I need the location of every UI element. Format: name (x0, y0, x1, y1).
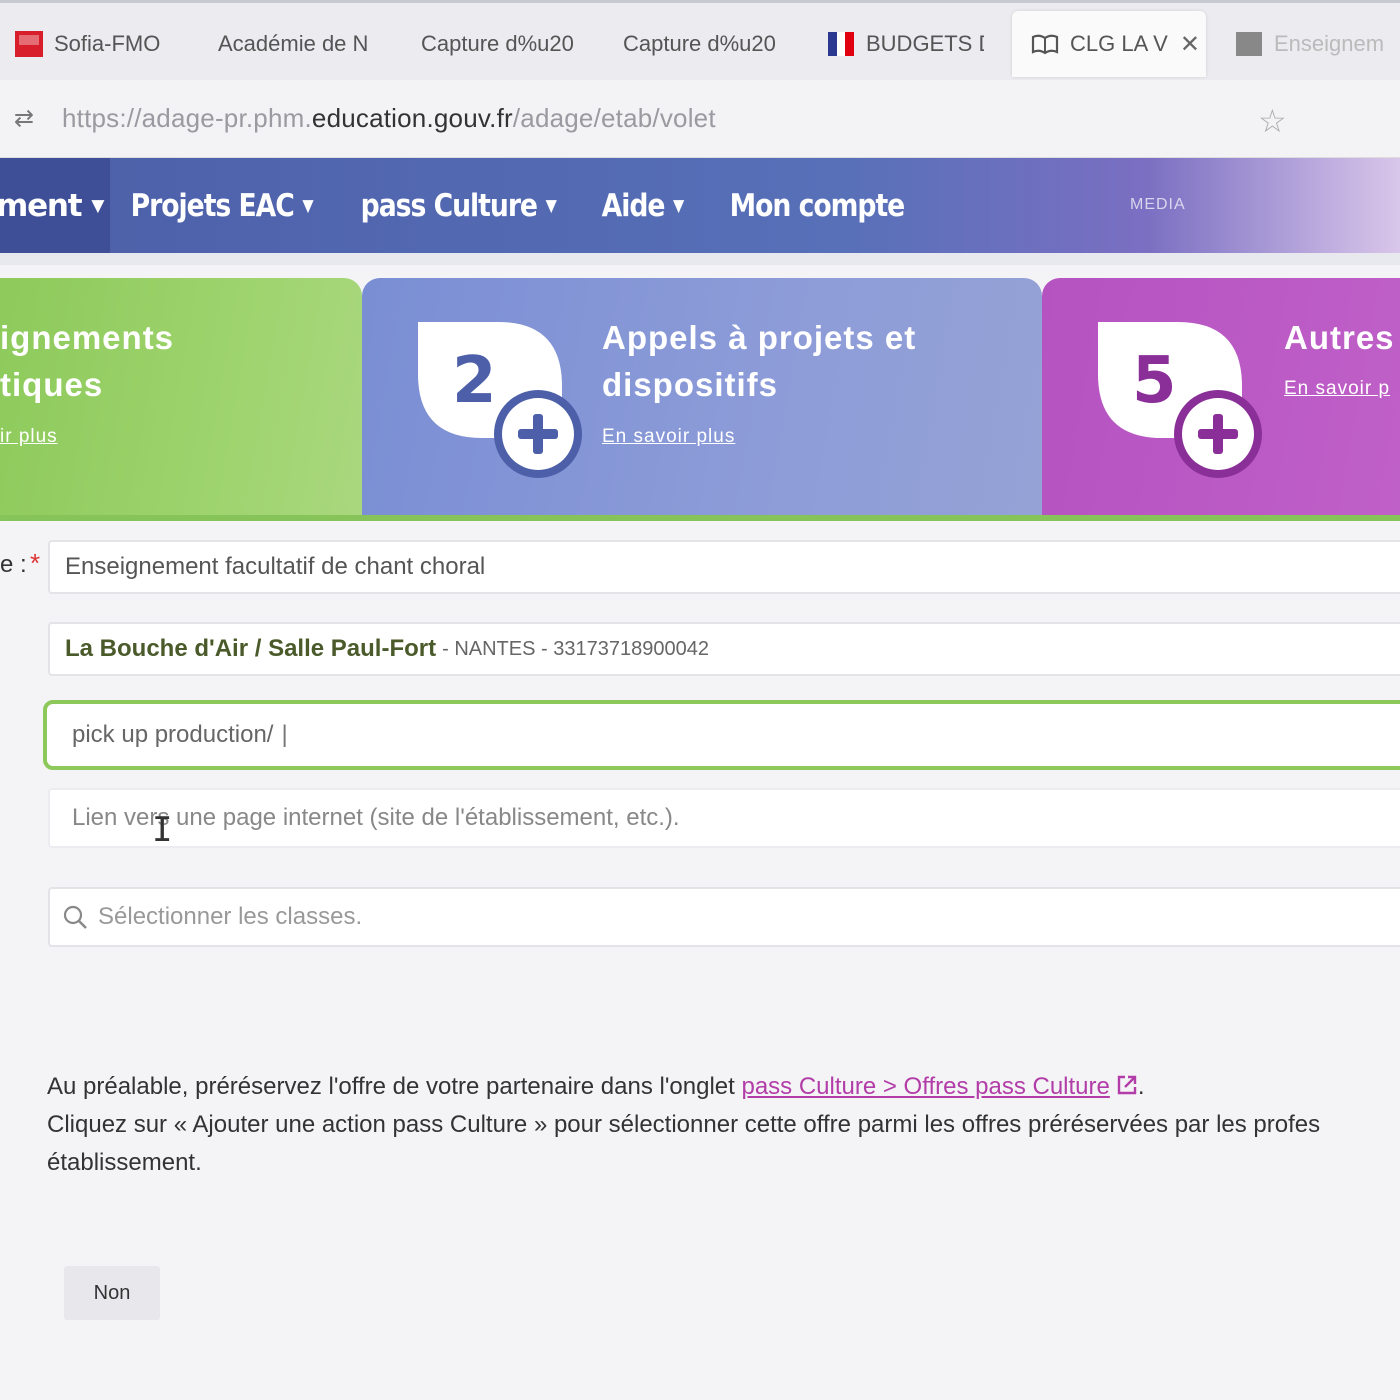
book-icon (1031, 34, 1059, 55)
card-more-link[interactable]: ir plus (0, 426, 58, 448)
link-input-focused[interactable]: pick up production/ | (43, 700, 1400, 770)
caret-down-icon: ▼ (545, 195, 556, 216)
tab-label: BUDGETS D (866, 31, 984, 56)
partner-field[interactable]: La Bouche d'Air / Salle Paul-Fort - NANT… (48, 622, 1400, 676)
no-button[interactable]: Non (64, 1266, 160, 1320)
link-url-input[interactable]: Lien vers une page internet (site de l'é… (48, 788, 1400, 848)
caret-down-icon: ▼ (91, 195, 104, 216)
close-tab-icon[interactable]: ✕ (1180, 30, 1200, 59)
browser-tab-bar: Sofia-FMO Académie de N Capture d%u20 Ca… (0, 0, 1400, 80)
tab-academie[interactable]: Académie de N (218, 13, 374, 75)
caret-down-icon: ▼ (672, 195, 684, 216)
nav-item-etablissement[interactable]: ment ▼ (0, 158, 110, 253)
action-title-input[interactable]: Enseignement facultatif de chant choral (48, 540, 1400, 594)
card-autres[interactable]: 5 Autres En savoir p (1042, 278, 1400, 516)
tab-sofia[interactable]: Sofia-FMO (14, 13, 184, 75)
pass-culture-offers-link[interactable]: pass Culture > Offres pass Culture (741, 1073, 1109, 1100)
tab-budgets[interactable]: BUDGETS D (826, 13, 984, 75)
pass-culture-info: Au préalable, préréservez l'offre de vot… (47, 1068, 1400, 1182)
tab-label: Capture d%u20 (421, 31, 574, 56)
card-title: Appels à projets et dispositifs (602, 319, 917, 403)
nav-item-mon-compte[interactable]: Mon compte (709, 158, 925, 253)
sofia-logo-icon (15, 31, 43, 57)
tab-capture-1[interactable]: Capture d%u20 (421, 13, 577, 75)
card-title: ignements tiques (0, 319, 175, 403)
tab-enseignement[interactable]: Enseignem (1234, 13, 1400, 75)
tab-label: Capture d%u20 (623, 31, 776, 56)
main-nav: ment ▼ Projets EAC ▼ pass Culture ▼ Aide ▼ M… (0, 158, 1400, 253)
info-line-1: Au préalable, préréservez l'offre de vot… (47, 1073, 1145, 1100)
card-more-link[interactable]: En savoir p (1284, 378, 1390, 400)
section-divider (0, 515, 1400, 521)
card-more-link[interactable]: En savoir plus (602, 426, 735, 448)
caret-down-icon: ▼ (302, 195, 313, 216)
partner-name: La Bouche d'Air / Salle Paul-Fort (65, 635, 437, 662)
card-title: Autres (1284, 319, 1395, 356)
mouse-ibeam-cursor-icon: I (152, 810, 173, 850)
french-flag-icon (828, 32, 854, 56)
card-appels-projets[interactable]: 2 Appels à projets et dispositifs En savo… (362, 278, 1042, 516)
tab-label: Académie de N (218, 31, 369, 56)
tab-capture-2[interactable]: Capture d%u20 (623, 13, 779, 75)
address-bar[interactable]: ⇄ https://adage-pr.phm.education.gouv.fr… (0, 80, 1400, 158)
info-line-3: établissement. (47, 1149, 202, 1176)
nav-item-projets-eac[interactable]: Projets EAC ▼ (110, 158, 333, 253)
nav-separator (0, 253, 1400, 265)
nav-item-aide[interactable]: Aide ▼ (581, 158, 704, 253)
search-icon (63, 905, 87, 929)
info-line-2: Cliquez sur « Ajouter une action pass Cu… (47, 1111, 1321, 1138)
site-settings-icon[interactable]: ⇄ (14, 104, 44, 133)
tab-clg-active[interactable]: CLG LA V ✕ (1012, 11, 1206, 77)
url-text[interactable]: https://adage-pr.phm.education.gouv.fr/a… (62, 103, 716, 134)
card-number: 5 (1132, 344, 1177, 418)
external-link-icon[interactable] (1116, 1074, 1138, 1096)
leaf-2-plus-icon: 2 (418, 322, 582, 478)
link-input-value: pick up production/ (72, 721, 274, 748)
field-label: e : (0, 551, 27, 578)
card-number: 2 (452, 344, 497, 418)
tab-label: CLG LA V (1070, 31, 1168, 56)
page-icon (1236, 32, 1262, 56)
tab-label: Enseignem (1274, 31, 1385, 56)
user-name: MEDIA (1130, 196, 1186, 213)
classes-placeholder: Sélectionner les classes. (98, 903, 363, 930)
bookmark-star-icon[interactable]: ☆ (1258, 102, 1287, 140)
classes-select[interactable]: Sélectionner les classes. (48, 887, 1400, 947)
card-enseignements[interactable]: ignements tiques ir plus (0, 278, 362, 516)
required-mark: * (30, 548, 41, 578)
nav-item-pass-culture[interactable]: pass Culture ▼ (340, 158, 576, 253)
partner-meta: - NANTES - 33173718900042 (442, 637, 709, 660)
tab-label: Sofia-FMO (54, 31, 161, 56)
leaf-5-plus-icon: 5 (1098, 322, 1262, 478)
text-caret: | (281, 721, 288, 748)
